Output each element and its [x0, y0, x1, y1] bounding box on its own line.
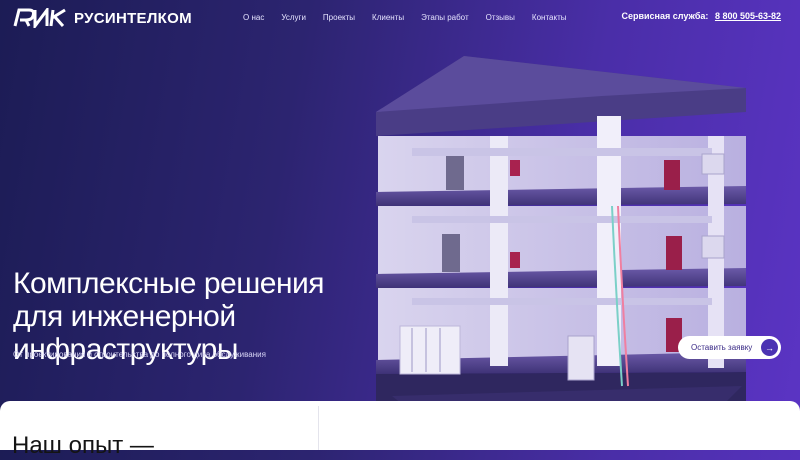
nav-item-services[interactable]: Услуги — [281, 13, 306, 22]
request-button[interactable]: Оставить заявку → — [678, 336, 781, 359]
logo[interactable]: РУСИНТЕЛКОМ — [13, 8, 192, 28]
service-contact: Сервисная служба: 8 800 505-63-82 — [621, 11, 781, 21]
section-title: Наш опыт — — [12, 432, 154, 459]
nav-item-about[interactable]: О нас — [243, 13, 264, 22]
service-phone-link[interactable]: 8 800 505-63-82 — [715, 11, 781, 21]
nav-item-projects[interactable]: Проекты — [323, 13, 355, 22]
nav-item-reviews[interactable]: Отзывы — [486, 13, 515, 22]
panel-divider — [318, 406, 319, 450]
building-cutaway-illustration — [376, 56, 746, 448]
hero-subtitle: От проектирования и строительства до пол… — [13, 350, 266, 359]
arrow-right-icon: → — [761, 339, 778, 356]
nav-item-clients[interactable]: Клиенты — [372, 13, 404, 22]
brand-name: РУСИНТЕЛКОМ — [74, 9, 192, 27]
hero-title-line: Комплексные решения — [13, 267, 325, 301]
nav-item-stages[interactable]: Этапы работ — [421, 13, 469, 22]
main-nav: О нас Услуги Проекты Клиенты Этапы работ… — [243, 13, 583, 22]
hero-title-line: для инженерной — [13, 300, 236, 334]
site-header: РУСИНТЕЛКОМ О нас Услуги Проекты Клиенты… — [0, 0, 800, 36]
logo-mark-icon — [13, 8, 66, 28]
nav-item-contacts[interactable]: Контакты — [532, 13, 567, 22]
service-label: Сервисная служба: — [621, 11, 709, 21]
request-button-label: Оставить заявку — [691, 343, 753, 352]
